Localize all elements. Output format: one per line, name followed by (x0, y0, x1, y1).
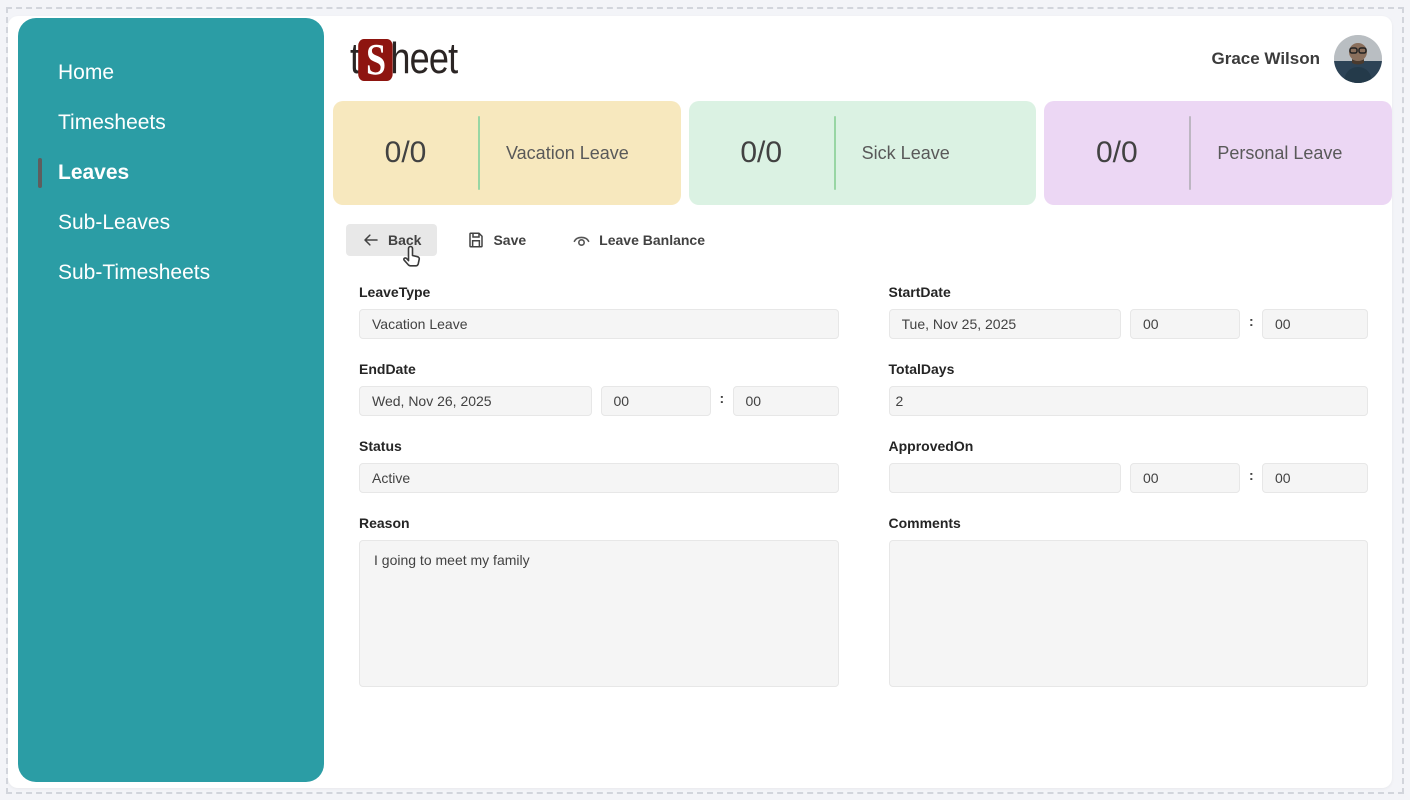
logo-text-suffix: heet (390, 34, 457, 84)
sidebar-item-label: Timesheets (58, 111, 166, 135)
status-label: Status (359, 438, 839, 454)
logo-s-badge: S (358, 39, 392, 81)
personal-leave-card: 0/0 Personal Leave (1044, 101, 1392, 205)
field-reason: Reason I going to meet my family (359, 515, 839, 692)
leave-balance-button[interactable]: Leave Banlance (556, 224, 721, 256)
sidebar-item-label: Home (58, 61, 114, 85)
personal-leave-label: Personal Leave (1191, 139, 1361, 168)
active-indicator-bar (38, 158, 42, 188)
leave-form: LeaveType StartDate : EndDate : (332, 256, 1392, 692)
end-date-controls: : (359, 386, 839, 416)
sidebar-item-label: Sub-Leaves (58, 211, 170, 235)
field-approved-on: ApprovedOn : (889, 438, 1369, 493)
sidebar-item-label: Leaves (58, 161, 129, 185)
sidebar-item-sub-timesheets[interactable]: Sub-Timesheets (18, 248, 324, 298)
app-logo: t S heet (350, 34, 457, 84)
start-minute-input[interactable] (1262, 309, 1368, 339)
leave-balance-cards: 0/0 Vacation Leave 0/0 Sick Leave 0/0 Pe… (332, 101, 1392, 205)
save-button-label: Save (493, 232, 526, 248)
sidebar-item-timesheets[interactable]: Timesheets (18, 98, 324, 148)
leave-type-label: LeaveType (359, 284, 839, 300)
field-leave-type: LeaveType (359, 284, 839, 339)
user-name: Grace Wilson (1212, 49, 1321, 69)
sidebar-item-sub-leaves[interactable]: Sub-Leaves (18, 198, 324, 248)
field-end-date: EndDate : (359, 361, 839, 416)
header: t S heet Grace Wilson (332, 16, 1392, 101)
approved-hour-input[interactable] (1130, 463, 1240, 493)
start-hour-input[interactable] (1130, 309, 1240, 339)
field-status: Status (359, 438, 839, 493)
avatar[interactable] (1334, 35, 1382, 83)
back-arrow-icon (362, 231, 380, 249)
vacation-leave-count: 0/0 (333, 136, 478, 170)
leave-type-input[interactable] (359, 309, 839, 339)
total-days-label: TotalDays (889, 361, 1369, 377)
reason-textarea[interactable]: I going to meet my family (359, 540, 839, 687)
app-window: Home Timesheets Leaves Sub-Leaves Sub-Ti… (8, 16, 1392, 788)
back-button[interactable]: Back (346, 224, 437, 256)
time-separator: : (1249, 467, 1253, 483)
user-menu: Grace Wilson (1212, 35, 1383, 83)
total-days-input[interactable] (889, 386, 1369, 416)
approved-minute-input[interactable] (1262, 463, 1368, 493)
sidebar-item-label: Sub-Timesheets (58, 261, 210, 285)
approved-on-date-input[interactable] (889, 463, 1122, 493)
comments-textarea[interactable] (889, 540, 1369, 687)
start-date-input[interactable] (889, 309, 1122, 339)
field-total-days: TotalDays (889, 361, 1369, 416)
vacation-leave-label: Vacation Leave (480, 139, 650, 168)
field-start-date: StartDate : (889, 284, 1369, 339)
main-content: t S heet Grace Wilson (332, 16, 1392, 788)
start-date-controls: : (889, 309, 1369, 339)
toolbar: Back Save Le (332, 224, 1392, 256)
personal-leave-count: 0/0 (1044, 136, 1189, 170)
save-button[interactable]: Save (451, 224, 542, 256)
reason-label: Reason (359, 515, 839, 531)
sidebar-item-home[interactable]: Home (18, 48, 324, 98)
approved-on-controls: : (889, 463, 1369, 493)
start-date-label: StartDate (889, 284, 1369, 300)
end-minute-input[interactable] (733, 386, 839, 416)
sidebar-item-leaves[interactable]: Leaves (18, 148, 324, 198)
field-comments: Comments (889, 515, 1369, 692)
approved-on-label: ApprovedOn (889, 438, 1369, 454)
time-separator: : (720, 390, 724, 406)
mouse-cursor-icon (402, 244, 424, 273)
status-input[interactable] (359, 463, 839, 493)
vacation-leave-card: 0/0 Vacation Leave (333, 101, 681, 205)
sick-leave-count: 0/0 (689, 136, 834, 170)
avatar-person-icon (1334, 35, 1382, 83)
sick-leave-card: 0/0 Sick Leave (689, 101, 1037, 205)
end-hour-input[interactable] (601, 386, 711, 416)
time-separator: : (1249, 313, 1253, 329)
end-date-input[interactable] (359, 386, 592, 416)
sidebar: Home Timesheets Leaves Sub-Leaves Sub-Ti… (18, 18, 324, 782)
leave-balance-button-label: Leave Banlance (599, 232, 705, 248)
end-date-label: EndDate (359, 361, 839, 377)
comments-label: Comments (889, 515, 1369, 531)
save-icon (467, 231, 485, 249)
eye-icon (572, 231, 591, 250)
sick-leave-label: Sick Leave (836, 139, 1006, 168)
